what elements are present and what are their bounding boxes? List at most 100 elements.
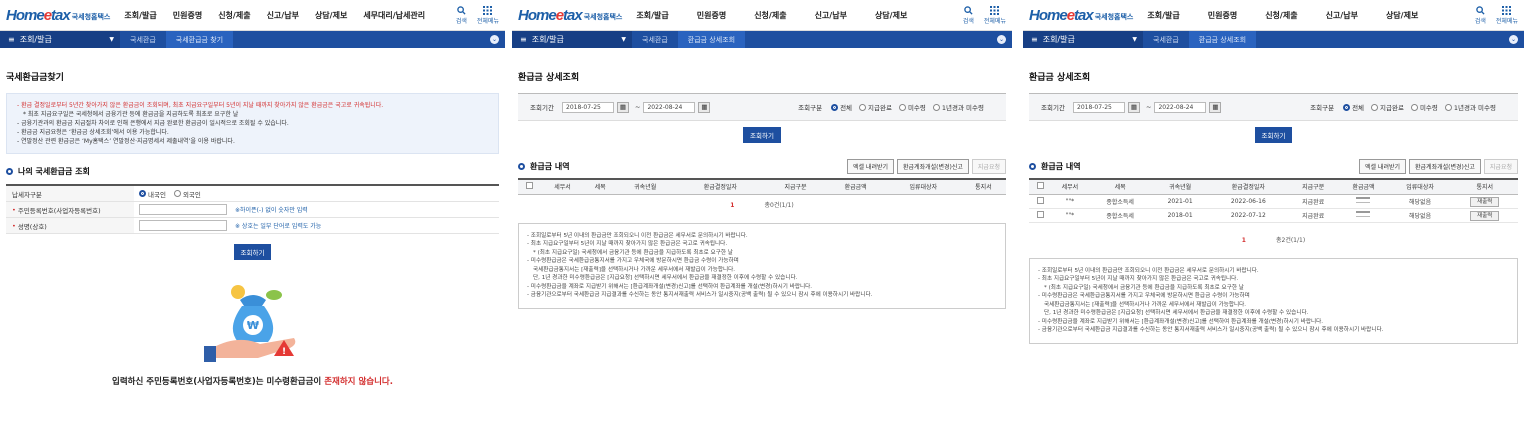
all-menu-button[interactable]: 전체메뉴: [1496, 5, 1518, 25]
calendar-icon[interactable]: ▦: [698, 101, 711, 113]
nav-item[interactable]: 세무대리/납세관리: [363, 10, 425, 21]
name-input[interactable]: [139, 220, 227, 231]
result-message: 입력하신 주민등록번호(사업자등록번호)는 미수령환급금이 존재하지 않습니다.: [112, 377, 393, 387]
radio-unpaid[interactable]: 미수령: [898, 102, 926, 112]
nav-item[interactable]: 신청/제출: [754, 10, 786, 21]
date-to-input[interactable]: 2022-08-24: [643, 101, 696, 113]
row-checkbox[interactable]: [1036, 210, 1044, 218]
nav-item[interactable]: 조회/발급: [1147, 10, 1179, 21]
chevron-down-icon[interactable]: ⌄: [1509, 35, 1518, 44]
search-submit-button[interactable]: 조회하기: [1254, 127, 1293, 143]
info-line: 단, 1년 경과한 미수령환급금은 [지급요청] 선택하시면 세무서에서 환급금…: [1044, 310, 1309, 316]
notice-line: * 최초 지급요구일은 국세청에서 금융기관 등에 환급금을 지급하도록 최초로…: [23, 111, 239, 118]
col-header: 세목: [1088, 178, 1152, 195]
period-label: 조회기간: [530, 104, 554, 112]
radio-all[interactable]: 전체: [831, 102, 852, 112]
hometax-logo[interactable]: Homeetax 국세청홈택스: [518, 7, 622, 24]
nav-item[interactable]: 신청/제출: [218, 10, 250, 21]
breadcrumb-item[interactable]: 국세환급: [120, 31, 166, 48]
table-header-row: 세무서 세목 귀속년월 환급결정일자 지급구분 환급금액 입류대상자 통지서: [1029, 178, 1518, 195]
id-label: • 주민등록번호(사업자등록번호): [6, 202, 134, 217]
date-from-input[interactable]: 2018-07-25: [1073, 101, 1125, 113]
col-header: 환급결정일자: [1208, 178, 1289, 195]
radio-foreign[interactable]: 외국인: [173, 189, 201, 199]
radio-paid[interactable]: 지급완료: [1371, 102, 1404, 112]
radio-unpaid[interactable]: 미수령: [1410, 102, 1438, 112]
payment-request-button[interactable]: 지급요청: [971, 159, 1006, 174]
nav-item[interactable]: 조회/발급: [636, 10, 668, 21]
nav-item[interactable]: 민원증명: [1208, 10, 1237, 21]
all-menu-button[interactable]: 전체메뉴: [477, 5, 499, 25]
payment-request-button[interactable]: 지급요청: [1483, 159, 1518, 174]
radio-1yr[interactable]: 1년경과 미수령: [1444, 102, 1496, 112]
hometax-logo[interactable]: Homeetax 국세청홈택스: [1029, 7, 1133, 24]
bullet-icon: [1029, 163, 1036, 170]
notice-line: - 환급 결정일로부터 5년간 찾아가지 않은 환급금이 조회되며, 최초 지급…: [17, 102, 384, 109]
search-button[interactable]: 검색: [456, 5, 467, 25]
nav-item[interactable]: 상담/제보: [875, 10, 907, 21]
hometax-logo[interactable]: Homeetax 국세청홈택스: [6, 7, 110, 24]
nav-item[interactable]: 민원증명: [173, 10, 202, 21]
page-number[interactable]: 1: [1242, 237, 1246, 244]
all-menu-button[interactable]: 전체메뉴: [984, 5, 1006, 25]
chevron-down-icon[interactable]: ⌄: [490, 35, 499, 44]
hamburger-icon: ≡: [520, 35, 527, 44]
refund-search-form: 납세자구분 내국인 외국인 • 주민등록번호(사업자등록번호) ※하이픈(-) 없…: [6, 184, 499, 234]
radio-all[interactable]: 전체: [1343, 102, 1364, 112]
nav-item[interactable]: 조회/발급: [124, 10, 156, 21]
date-from-input[interactable]: 2018-07-25: [562, 101, 614, 113]
select-all-checkbox[interactable]: [525, 182, 533, 190]
col-header: 귀속년월: [615, 178, 676, 195]
chevron-down-icon[interactable]: ⌄: [997, 35, 1006, 44]
nav-item[interactable]: 민원증명: [697, 10, 726, 21]
period-label: 조회기간: [1041, 104, 1065, 112]
cell-date: 2022-07-12: [1208, 208, 1289, 223]
search-submit-button[interactable]: 조회하기: [743, 127, 781, 143]
cell-period: 2021-01: [1151, 194, 1209, 209]
breadcrumb-item[interactable]: 국세환급: [632, 31, 678, 48]
nav-item[interactable]: 상담/제보: [315, 10, 347, 21]
date-to-input[interactable]: 2022-08-24: [1154, 101, 1207, 113]
info-box: - 조회일로부터 5년 이내의 환급금만 조회되오니 이전 환급금은 세무서로 …: [518, 222, 1006, 309]
info-line: - 미수령환급금을 계좌로 지급받기 위해서는 [환급계좌개설(변경)신고]를 …: [1038, 318, 1324, 325]
menu-dropdown[interactable]: ≡ 조회/발급 ▼: [512, 31, 632, 48]
menu-dropdown[interactable]: ≡ 조회/발급 ▼: [1023, 31, 1143, 48]
page-title: 국세환급금찾기: [6, 73, 64, 83]
page-number[interactable]: 1: [730, 202, 734, 209]
bullet-icon: [518, 163, 525, 170]
calendar-icon[interactable]: ▦: [1128, 101, 1140, 113]
breadcrumb-item[interactable]: 국세환급: [1143, 31, 1189, 48]
reprint-button[interactable]: 재출력: [1470, 197, 1500, 207]
table-row[interactable]: ""* 종합소득세 2021-01 2022-06-16 지급완료 해당없음 재…: [1029, 194, 1518, 209]
info-line: - 조회일로부터 5년 이내의 환급금만 조회되오니 이전 환급금은 세무서로 …: [1038, 267, 1259, 274]
radio-domestic[interactable]: 내국인: [139, 189, 166, 199]
nav-item[interactable]: 신고/납부: [815, 10, 847, 21]
calendar-icon[interactable]: ▦: [617, 101, 629, 113]
excel-download-button[interactable]: 엑셀 내려받기: [846, 159, 895, 174]
reprint-button[interactable]: 재출력: [1470, 211, 1500, 221]
nav-item[interactable]: 신고/납부: [267, 10, 299, 21]
col-header: 환급금액: [1338, 178, 1389, 195]
col-header: 환급결정일자: [675, 178, 766, 195]
select-all-checkbox[interactable]: [1036, 182, 1044, 190]
account-report-button[interactable]: 환급계좌개설(변경)신고: [897, 159, 969, 174]
calendar-icon[interactable]: ▦: [1209, 101, 1222, 113]
search-button[interactable]: 검색: [963, 5, 974, 25]
notice-line: - 연말정산 관련 환급금은 ‘My홈택스’ 연말정산·지급명세서 제출내역’을…: [17, 138, 235, 145]
nav-item[interactable]: 신청/제출: [1265, 10, 1297, 21]
radio-1yr[interactable]: 1년경과 미수령: [932, 102, 984, 112]
menu-dropdown[interactable]: ≡ 조회/발급 ▼: [0, 31, 120, 48]
search-submit-button[interactable]: 조회하기: [233, 244, 272, 260]
row-checkbox[interactable]: [1036, 196, 1044, 204]
search-button[interactable]: 검색: [1475, 5, 1486, 25]
table-row[interactable]: ""* 종합소득세 2018-01 2022-07-12 지급완료 해당없음 재…: [1029, 208, 1518, 223]
col-header: 지급구분: [1288, 178, 1339, 195]
radio-paid[interactable]: 지급완료: [859, 102, 892, 112]
id-number-input[interactable]: [139, 204, 227, 215]
name-hint: ※ 상호는 일부 단어로 입력도 가능: [235, 223, 322, 230]
account-report-button[interactable]: 환급계좌개설(변경)신고: [1409, 159, 1481, 174]
notice-line: - 환급금 지급요청은 ‘환급금 상세조회’에서 이용 가능합니다.: [17, 129, 169, 136]
excel-download-button[interactable]: 엑셀 내려받기: [1358, 159, 1407, 174]
nav-item[interactable]: 신고/납부: [1326, 10, 1358, 21]
nav-item[interactable]: 상담/제보: [1386, 10, 1418, 21]
